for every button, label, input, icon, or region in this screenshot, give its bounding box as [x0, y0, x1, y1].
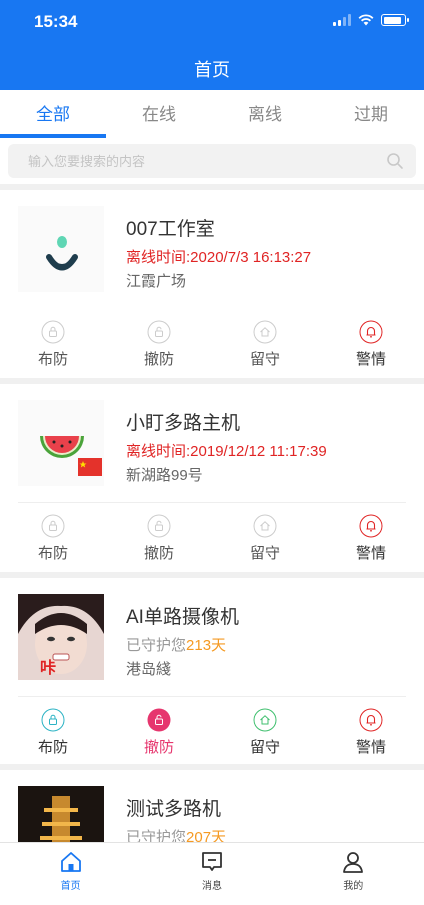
stay-button[interactable]: 留守 [212, 708, 318, 757]
divider [18, 696, 406, 697]
stay-label: 留守 [249, 545, 280, 562]
thumb-caption: 咔 [40, 660, 57, 677]
device-location: 新湖路99号 [126, 467, 203, 484]
user-icon [343, 852, 364, 873]
stay-label: 留守 [249, 351, 280, 368]
device-name: 007工作室 [126, 219, 215, 240]
status-bar: 15:34 [0, 0, 424, 44]
signal-icon [333, 14, 351, 26]
status-time: 15:34 [34, 12, 78, 31]
disarm-button[interactable]: 撤防 [106, 708, 212, 757]
device-card[interactable]: 007工作室 离线时间:2020/7/3 16:13:27 江霞广场 布防 撤防… [0, 190, 424, 378]
disarm-button[interactable]: 撤防 [106, 320, 212, 369]
device-location: 港岛綫 [126, 661, 172, 678]
device-card[interactable]: 咔 AI单路摄像机 已守护您213天 港岛綫 布防 撤防 留守 警情 [0, 578, 424, 764]
unlock-icon [147, 708, 171, 732]
app-header: 15:34 首页 [0, 0, 424, 90]
message-icon [202, 852, 222, 871]
alarm-label: 警情 [355, 351, 386, 368]
bell-icon [359, 708, 383, 732]
arm-label: 布防 [37, 545, 68, 562]
stay-button[interactable]: 留守 [212, 320, 318, 369]
stay-label: 留守 [249, 739, 280, 756]
search-box [8, 144, 416, 178]
nav-messages-label: 消息 [201, 881, 222, 892]
device-name: 小盯多路主机 [126, 413, 241, 434]
pagoda-photo [18, 786, 104, 842]
guard-duration: 已守护您213天 [126, 634, 226, 655]
tab-online[interactable]: 在线 [106, 90, 212, 138]
wifi-icon [358, 14, 374, 26]
home-icon [253, 514, 277, 538]
disarm-button[interactable]: 撤防 [106, 514, 212, 563]
search-bar [0, 138, 424, 184]
guard-prefix: 已守护您 [126, 829, 187, 842]
nav-home[interactable]: 首页 [0, 843, 141, 905]
status-icons [333, 14, 409, 26]
arm-button[interactable]: 布防 [0, 708, 106, 757]
alarm-button[interactable]: 警情 [318, 514, 424, 563]
lock-icon [41, 320, 65, 344]
device-actions: 布防 撤防 留守 警情 [0, 514, 424, 563]
arm-button[interactable]: 布防 [0, 320, 106, 369]
search-input[interactable] [8, 144, 416, 178]
page-title: 首页 [194, 60, 230, 80]
filter-tabs: 全部 在线 离线 过期 [0, 90, 424, 138]
device-actions: 布防 撤防 留守 警情 [0, 320, 424, 369]
bell-icon [359, 514, 383, 538]
battery-icon [381, 14, 409, 26]
device-thumbnail [18, 786, 104, 842]
unlock-icon [147, 320, 171, 344]
unlock-icon [147, 514, 171, 538]
guard-duration: 已守护您207天 [126, 826, 226, 842]
tab-all[interactable]: 全部 [0, 90, 106, 138]
lock-icon [41, 708, 65, 732]
device-name: 测试多路机 [126, 799, 222, 820]
device-thumbnail: 咔 [18, 594, 104, 680]
device-actions: 布防 撤防 留守 警情 [0, 708, 424, 757]
offline-time: 离线时间:2019/12/12 11:17:39 [126, 443, 327, 460]
nav-profile[interactable]: 我的 [283, 843, 424, 905]
arm-button[interactable]: 布防 [0, 514, 106, 563]
device-card[interactable]: 小盯多路主机 离线时间:2019/12/12 11:17:39 新湖路99号 布… [0, 384, 424, 572]
device-name: AI单路摄像机 [126, 607, 239, 628]
watermelon-icon [40, 436, 102, 476]
lock-icon [41, 514, 65, 538]
device-thumbnail [18, 400, 104, 486]
arm-label: 布防 [37, 351, 68, 368]
guard-days: 213天 [186, 637, 227, 654]
home-icon [253, 708, 277, 732]
studio-logo-icon [46, 236, 78, 271]
nav-home-label: 首页 [60, 881, 81, 892]
disarm-label: 撤防 [143, 545, 174, 562]
home-icon [60, 852, 81, 872]
tab-expired[interactable]: 过期 [318, 90, 424, 138]
divider [18, 502, 406, 503]
device-thumbnail [18, 206, 104, 292]
offline-time: 离线时间:2020/7/3 16:13:27 [126, 249, 312, 266]
device-card[interactable]: 测试多路机 已守护您207天 [0, 770, 424, 842]
device-location: 江霞广场 [126, 273, 187, 290]
alarm-button[interactable]: 警情 [318, 708, 424, 757]
stay-button[interactable]: 留守 [212, 514, 318, 563]
tab-offline[interactable]: 离线 [212, 90, 318, 138]
bottom-nav: 首页 消息 我的 [0, 842, 424, 905]
search-icon[interactable] [386, 152, 404, 170]
alarm-label: 警情 [355, 545, 386, 562]
guard-prefix: 已守护您 [126, 637, 187, 654]
bell-icon [359, 320, 383, 344]
disarm-label: 撤防 [143, 351, 174, 368]
alarm-label: 警情 [355, 739, 386, 756]
disarm-label: 撤防 [143, 739, 174, 756]
nav-messages[interactable]: 消息 [141, 843, 282, 905]
avatar-photo [18, 594, 104, 680]
guard-days: 207天 [186, 829, 227, 842]
alarm-button[interactable]: 警情 [318, 320, 424, 369]
nav-profile-label: 我的 [343, 881, 364, 892]
arm-label: 布防 [37, 739, 68, 756]
home-icon [253, 320, 277, 344]
